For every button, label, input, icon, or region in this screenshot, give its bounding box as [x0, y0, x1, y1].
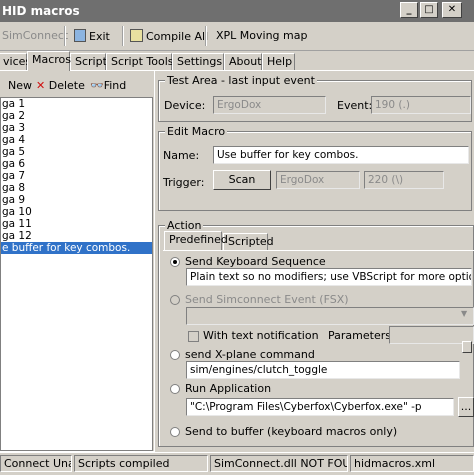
- run-application-radio[interactable]: [170, 384, 180, 394]
- send-xplane-label: send X-plane command: [185, 348, 315, 361]
- send-simconnect-label: Send Simconnect Event (FSX): [185, 293, 349, 306]
- title-bar: HID macros _ □ ✕: [0, 0, 474, 22]
- macro-list-panel: New ✕ Delete 👓Find ga 1 ga 2 ga 3 ga 4 ga 5g…: [0, 70, 155, 452]
- keyboard-sequence-input[interactable]: Plain text so no modifiers; use VBScript…: [186, 268, 472, 286]
- edit-macro-legend: Edit Macro: [165, 125, 228, 138]
- minimize-button[interactable]: _: [400, 2, 418, 18]
- chevron-down-icon: ▼: [461, 309, 468, 318]
- main-tabs: vices Macros Script Script Tools Setting…: [0, 51, 474, 71]
- list-toolbar: New ✕ Delete 👓Find: [0, 77, 150, 95]
- list-item[interactable]: ga 9: [1, 194, 152, 206]
- status-simconnect: Connect Unav: [0, 455, 72, 472]
- run-application-label: Run Application: [185, 382, 272, 395]
- xplane-command-input[interactable]: sim/engines/clutch_toggle: [186, 361, 460, 379]
- new-macro-button[interactable]: New: [0, 79, 32, 92]
- delete-label: Delete: [48, 79, 85, 92]
- tab-script-tools[interactable]: Script Tools: [106, 53, 174, 70]
- compile-all-button[interactable]: Compile All: [130, 29, 208, 43]
- name-label: Name:: [163, 149, 200, 162]
- toolbar-separator: [205, 26, 207, 46]
- device-field[interactable]: ErgoDox: [213, 96, 326, 114]
- tab-about[interactable]: About: [224, 53, 262, 70]
- tab-devices[interactable]: vices: [0, 53, 31, 70]
- send-to-buffer-radio[interactable]: [170, 427, 180, 437]
- trigger-device-field[interactable]: ErgoDox: [276, 171, 360, 189]
- compile-icon: [130, 29, 143, 42]
- binoculars-icon: 👓: [90, 79, 104, 92]
- send-to-buffer-label: Send to buffer (keyboard macros only): [185, 425, 398, 438]
- status-dll: SimConnect.dll NOT FOUN: [210, 455, 348, 472]
- text-notification-checkbox[interactable]: [188, 331, 199, 342]
- delete-icon: ✕: [36, 79, 46, 92]
- scroll-up-button[interactable]: [462, 341, 472, 353]
- application-path-input[interactable]: "C:\Program Files\Cyberfox\Cyberfox.exe"…: [186, 398, 454, 416]
- test-area-legend: Test Area - last input event: [165, 74, 317, 87]
- find-macro-button[interactable]: 👓Find: [90, 79, 126, 92]
- send-keyboard-label: Send Keyboard Sequence: [185, 255, 326, 268]
- trigger-event-field[interactable]: 220 (\): [364, 171, 444, 189]
- list-item[interactable]: ga 6: [1, 158, 152, 170]
- simconnect-button[interactable]: SimConnect: [2, 29, 68, 42]
- close-button[interactable]: ✕: [442, 2, 462, 18]
- list-item[interactable]: ga 3: [1, 122, 152, 134]
- list-item[interactable]: ga 11: [1, 218, 152, 230]
- toolbar-separator: [64, 26, 66, 46]
- exit-button[interactable]: Exit: [74, 29, 110, 43]
- event-field[interactable]: 190 (.): [371, 96, 471, 114]
- exit-icon: [74, 29, 86, 42]
- list-item[interactable]: ga 4: [1, 134, 152, 146]
- tab-help[interactable]: Help: [262, 53, 295, 70]
- subtab-scripted[interactable]: Scripted: [223, 233, 274, 250]
- status-config-file: hidmacros.xml: [350, 455, 474, 472]
- delete-macro-button[interactable]: ✕ Delete: [36, 79, 85, 92]
- tab-macros[interactable]: Macros: [27, 51, 71, 71]
- trigger-label: Trigger:: [163, 176, 205, 189]
- main-toolbar: SimConnect Exit Compile All XPL Moving m…: [0, 22, 474, 51]
- list-item[interactable]: ga 8: [1, 182, 152, 194]
- list-item[interactable]: e buffer for key combos.: [1, 242, 152, 254]
- list-item[interactable]: ga 10: [1, 206, 152, 218]
- browse-button[interactable]: ...: [458, 397, 474, 417]
- list-item[interactable]: ga 12: [1, 230, 152, 242]
- status-bar: Connect Unav Scripts compiled SimConnect…: [0, 452, 474, 475]
- send-xplane-radio[interactable]: [170, 350, 180, 360]
- parameters-label: Parameters:: [328, 329, 395, 342]
- tab-script[interactable]: Script: [70, 53, 107, 70]
- toolbar-separator: [122, 26, 124, 46]
- send-keyboard-radio[interactable]: [170, 257, 180, 267]
- subtab-predefined[interactable]: Predefined: [164, 231, 228, 250]
- scan-button[interactable]: Scan: [213, 170, 271, 190]
- exit-label: Exit: [89, 30, 110, 43]
- find-label: Find: [103, 79, 127, 92]
- event-label: Event:: [337, 99, 373, 112]
- macro-list[interactable]: ga 1 ga 2 ga 3 ga 4 ga 5 ga 6 ga 7 ga 8 ga 9 ga 1…: [0, 97, 153, 451]
- maximize-button[interactable]: □: [420, 2, 438, 18]
- list-item[interactable]: ga 1: [1, 98, 152, 110]
- list-item[interactable]: ga 5: [1, 146, 152, 158]
- xpl-moving-map-button[interactable]: XPL Moving map: [216, 29, 307, 42]
- compile-all-label: Compile All: [146, 30, 209, 43]
- macro-name-input[interactable]: Use buffer for key combos.: [213, 146, 469, 164]
- list-item[interactable]: ga 2: [1, 110, 152, 122]
- device-label: Device:: [164, 99, 206, 112]
- subtab-divider: [163, 250, 474, 251]
- tab-settings[interactable]: Settings: [172, 53, 224, 70]
- list-item[interactable]: ga 7: [1, 170, 152, 182]
- window-title: HID macros: [2, 4, 80, 18]
- status-scripts: Scripts compiled: [74, 455, 208, 472]
- send-simconnect-radio[interactable]: [170, 295, 180, 305]
- new-label: New: [8, 79, 32, 92]
- text-notification-label: With text notification: [203, 329, 319, 342]
- simconnect-event-select[interactable]: [186, 307, 474, 325]
